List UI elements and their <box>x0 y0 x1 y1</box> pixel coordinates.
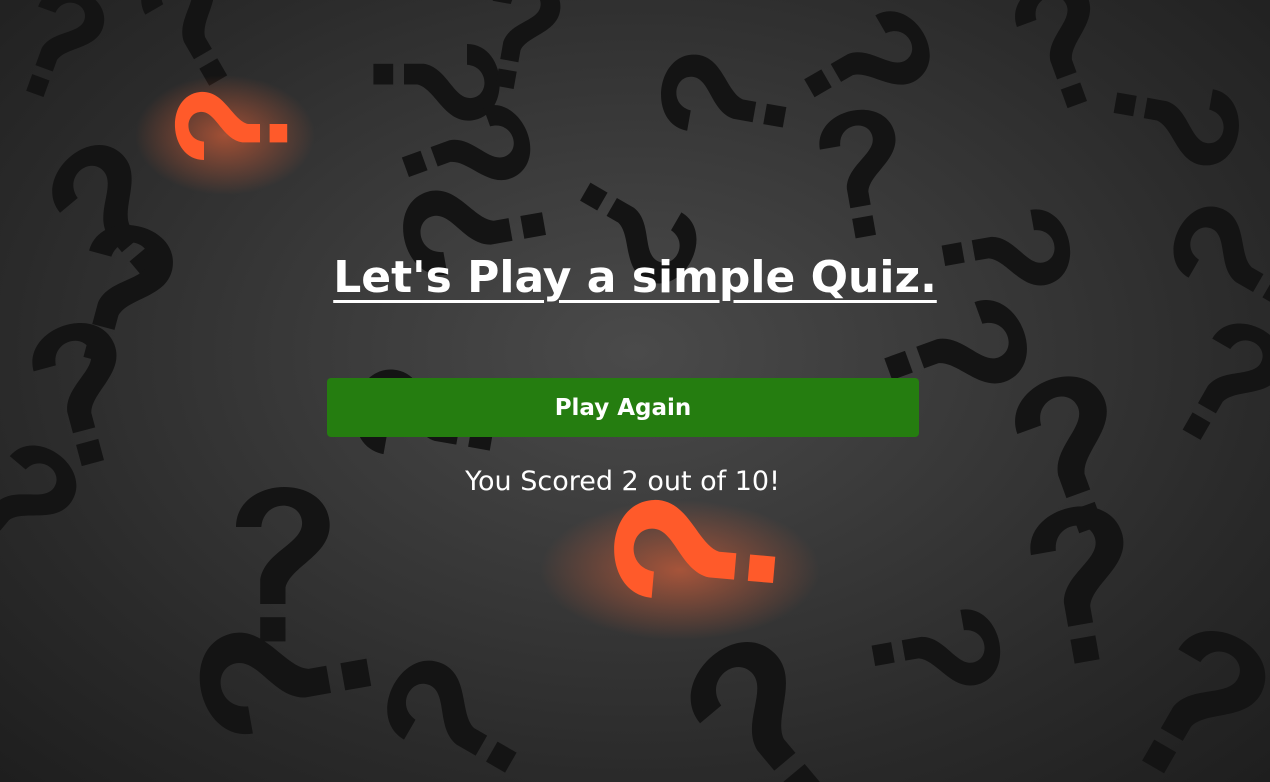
page-title-text: Let's Play a simple Quiz. <box>333 252 937 303</box>
play-again-button[interactable]: Play Again <box>327 378 919 437</box>
score-text: You Scored 2 out of 10! <box>465 466 780 497</box>
page-title: Let's Play a simple Quiz. <box>0 248 1270 308</box>
quiz-container: Let's Play a simple Quiz. Play Again You… <box>0 0 1270 782</box>
